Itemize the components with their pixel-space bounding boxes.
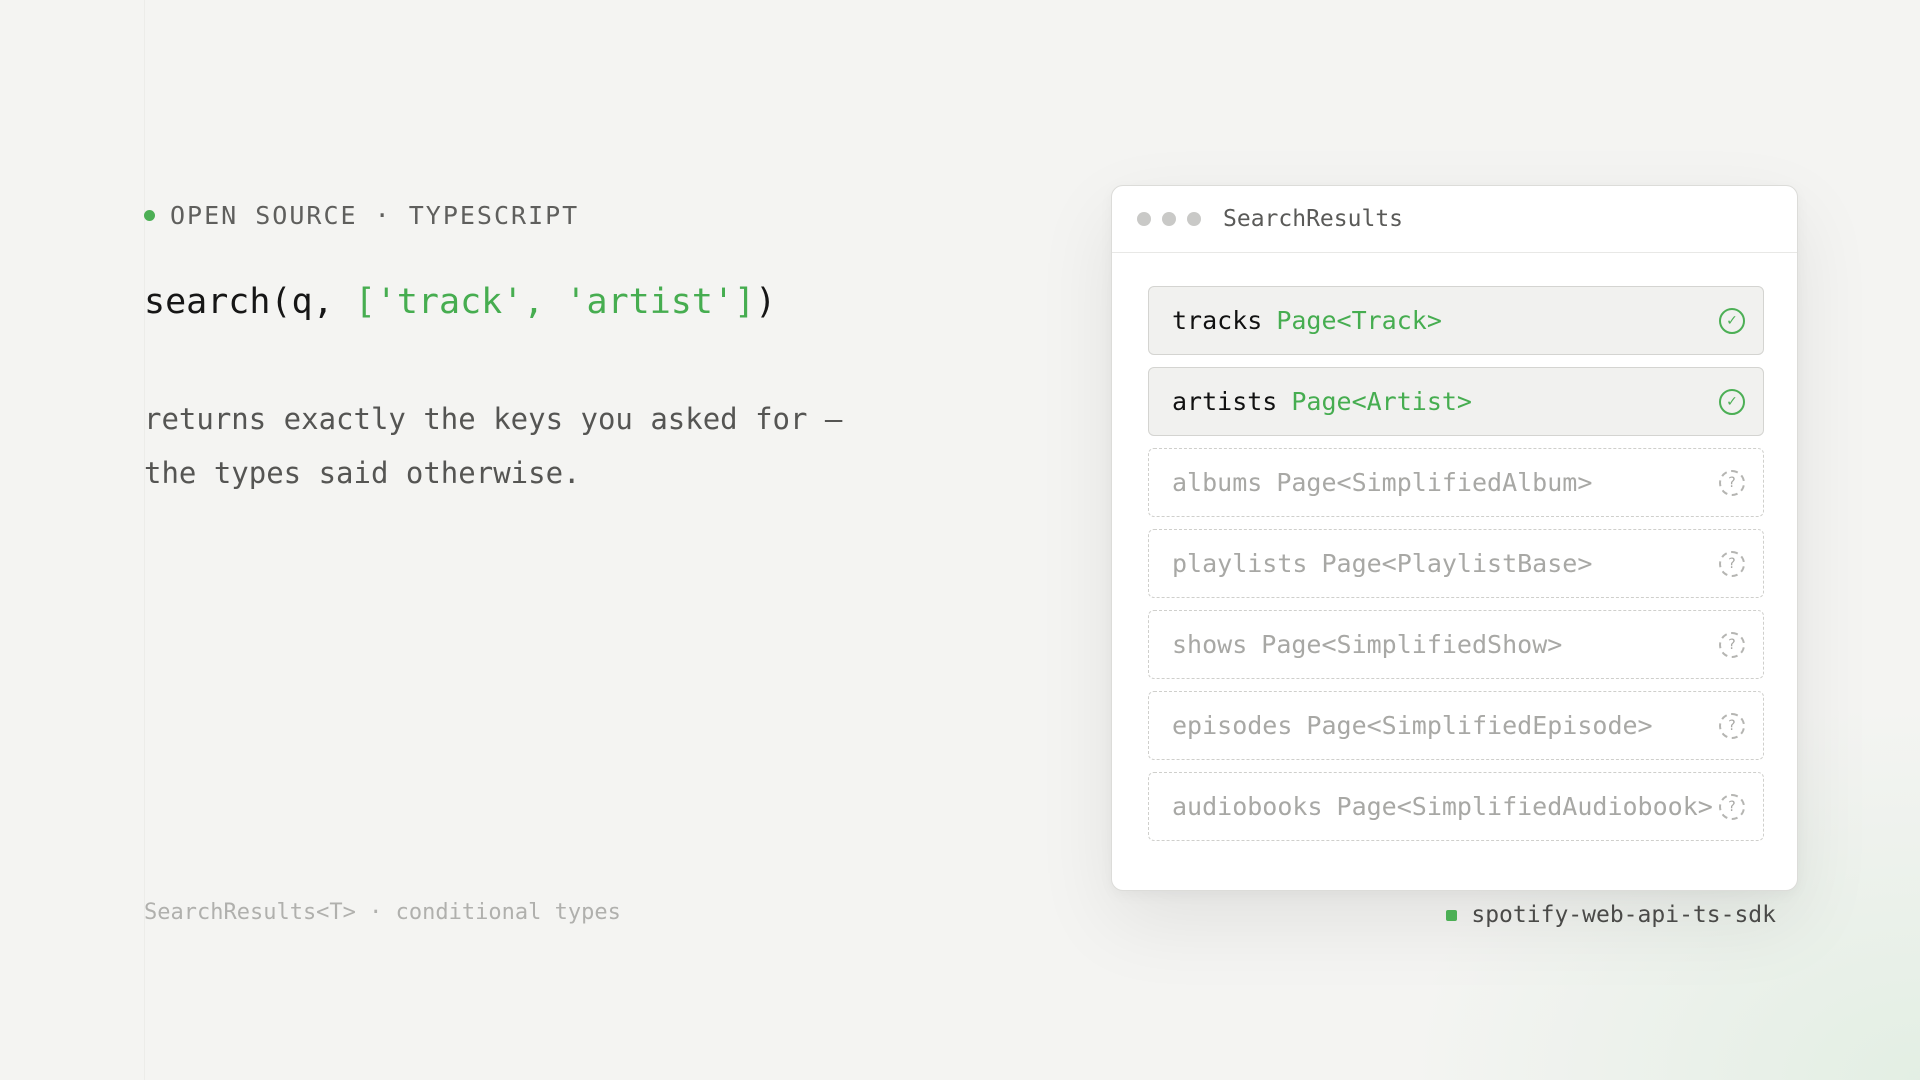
code-highlight: ['track', 'artist'] bbox=[354, 282, 756, 322]
eyebrow-text: OPEN SOURCE · TYPESCRIPT bbox=[170, 200, 580, 230]
row-key: albums bbox=[1172, 468, 1263, 497]
repo-name[interactable]: spotify-web-api-ts-sdk bbox=[1471, 902, 1776, 928]
search-results-window: SearchResults tracks Page<Track> ✓ artists P… bbox=[1111, 185, 1798, 891]
row-key: shows bbox=[1172, 630, 1248, 659]
window-titlebar: SearchResults bbox=[1112, 186, 1797, 253]
result-row-shows[interactable]: shows Page<SimplifiedShow>? bbox=[1148, 610, 1764, 679]
result-row-episodes[interactable]: episodes Page<SimplifiedEpisode>? bbox=[1148, 691, 1764, 760]
row-key: episodes bbox=[1172, 711, 1293, 740]
footnote: SearchResults<T> · conditional types bbox=[144, 900, 621, 925]
row-type: Page<Track> bbox=[1276, 306, 1442, 335]
result-row-albums[interactable]: albums Page<SimplifiedAlbum>? bbox=[1148, 448, 1764, 517]
check-circle-icon: ✓ bbox=[1719, 388, 1745, 415]
result-row-artists[interactable]: artists Page<Artist> ✓ bbox=[1148, 367, 1764, 436]
code-snippet: search(q, ['track', 'artist']) bbox=[144, 282, 776, 322]
row-type: Page<SimplifiedShow> bbox=[1261, 630, 1563, 659]
question-circle-icon: ? bbox=[1719, 712, 1745, 739]
result-row-tracks[interactable]: tracks Page<Track> ✓ bbox=[1148, 286, 1764, 355]
row-key: tracks bbox=[1172, 306, 1263, 335]
row-type: Page<Artist> bbox=[1291, 387, 1472, 416]
window-title: SearchResults bbox=[1223, 206, 1404, 232]
window-minimize-dot-icon[interactable] bbox=[1162, 212, 1176, 226]
window-close-dot-icon[interactable] bbox=[1137, 212, 1151, 226]
result-rows: tracks Page<Track> ✓ artists Page<Artist> ✓ al… bbox=[1148, 286, 1764, 853]
description-line-2: the types said otherwise. bbox=[144, 456, 581, 490]
check-circle-icon: ✓ bbox=[1719, 307, 1745, 334]
description-line-1: returns exactly the keys you asked for — bbox=[144, 402, 843, 436]
row-key: playlists bbox=[1172, 549, 1308, 578]
question-circle-icon: ? bbox=[1719, 550, 1745, 577]
result-row-audiobooks[interactable]: audiobooks Page<SimplifiedAudiobook>? bbox=[1148, 772, 1764, 841]
description: returns exactly the keys you asked for —… bbox=[144, 392, 904, 500]
question-circle-icon: ? bbox=[1719, 469, 1745, 496]
row-type: Page<SimplifiedAlbum> bbox=[1276, 468, 1593, 497]
row-key: artists bbox=[1172, 387, 1278, 416]
eyebrow: OPEN SOURCE · TYPESCRIPT bbox=[144, 198, 579, 232]
window-maximize-dot-icon[interactable] bbox=[1187, 212, 1201, 226]
question-circle-icon: ? bbox=[1719, 631, 1745, 658]
status-dot-icon bbox=[144, 209, 155, 221]
repo-square-icon bbox=[1446, 909, 1458, 921]
result-row-playlists[interactable]: playlists Page<PlaylistBase>? bbox=[1148, 529, 1764, 598]
row-type: Page<SimplifiedEpisode> bbox=[1306, 711, 1653, 740]
repo-badge: spotify-web-api-ts-sdk bbox=[1446, 902, 1776, 928]
code-suffix: ) bbox=[755, 282, 777, 322]
code-prefix: search(q, bbox=[144, 282, 355, 322]
row-type: Page<SimplifiedAudiobook> bbox=[1336, 792, 1713, 821]
row-type: Page<PlaylistBase> bbox=[1321, 549, 1593, 578]
question-circle-icon: ? bbox=[1719, 793, 1745, 820]
row-key: audiobooks bbox=[1172, 792, 1323, 821]
